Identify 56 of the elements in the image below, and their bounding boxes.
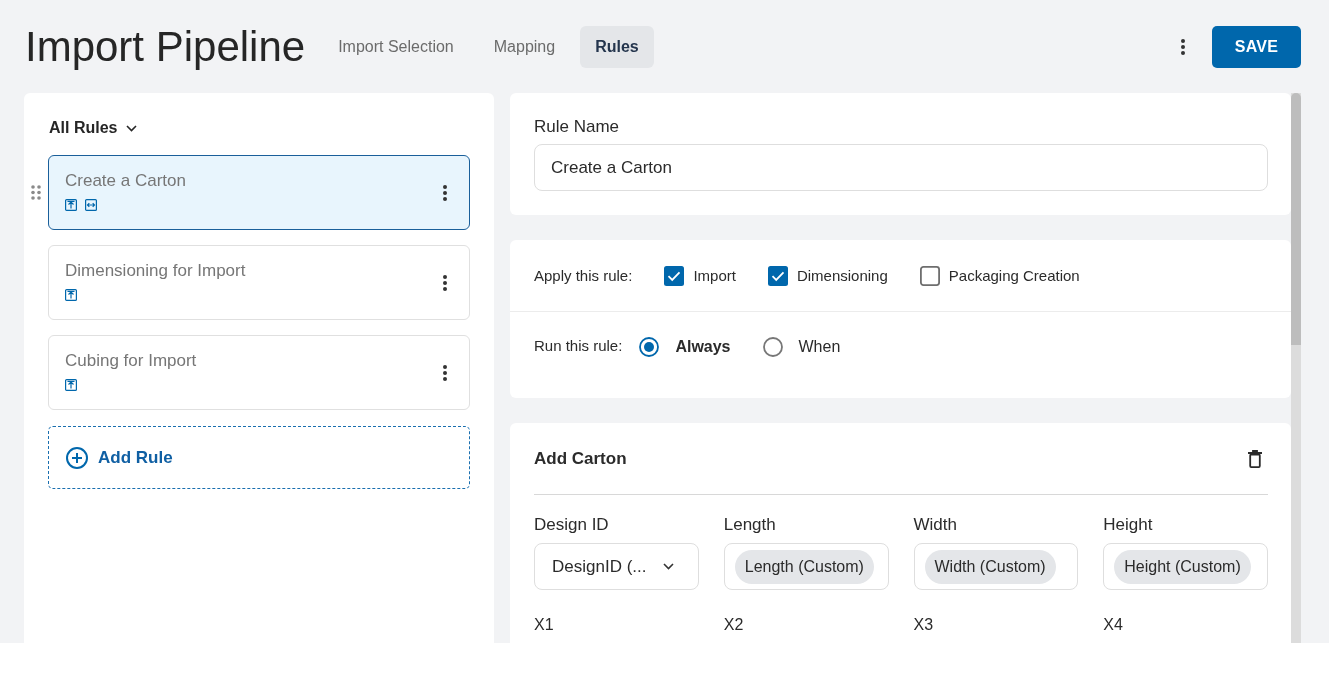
input-field[interactable]: Height (Custom) — [1103, 543, 1268, 590]
text-field[interactable]: Create a Carton — [534, 144, 1268, 191]
row-label: Apply this rule: — [534, 267, 633, 284]
delete-icon[interactable] — [1248, 449, 1262, 468]
field-caption: X3 — [913, 615, 935, 635]
up-arrow-square-icon — [65, 379, 77, 391]
add-rule-button[interactable]: Add Rule — [48, 426, 470, 489]
row-label: Run this rule: — [534, 337, 623, 354]
up-arrow-square-icon — [65, 199, 77, 211]
rule-title: Dimensioning for Import — [65, 261, 247, 281]
page-title: Import Pipeline — [25, 22, 306, 71]
field-caption: X4 — [1103, 615, 1124, 635]
checkbox[interactable] — [919, 265, 940, 286]
more-options-icon[interactable] — [443, 365, 447, 381]
value-chip: Width (Custom) — [924, 549, 1056, 584]
section-title: Add Carton — [534, 448, 627, 469]
rule-card[interactable]: Dimensioning for Import — [48, 245, 470, 320]
more-options-icon[interactable] — [443, 275, 447, 291]
scrollbar[interactable] — [1291, 93, 1301, 643]
checkbox-label: Dimensioning — [796, 267, 888, 284]
checkbox-label: Import — [693, 267, 736, 284]
field-label: Width — [913, 515, 958, 535]
rules-filter-dropdown[interactable]: All Rules — [48, 116, 138, 140]
tab[interactable]: Mapping — [478, 25, 571, 68]
field-caption: X2 — [723, 615, 745, 635]
rule-title: Cubing for Import — [65, 351, 198, 371]
checkbox[interactable] — [767, 265, 788, 286]
chevron-down-icon — [126, 124, 138, 132]
chevron-down-icon — [663, 563, 675, 570]
field-caption: X1 — [534, 615, 555, 635]
checkbox[interactable] — [664, 265, 685, 286]
drag-handle-icon[interactable] — [31, 185, 41, 200]
tab[interactable]: Rules — [580, 25, 654, 68]
radio-label: When — [798, 338, 841, 356]
value-chip: Length (Custom) — [734, 549, 874, 584]
input-field[interactable]: Width (Custom) — [913, 543, 1079, 590]
save-button[interactable]: SAVE — [1212, 25, 1301, 68]
more-options-icon[interactable] — [443, 185, 447, 201]
plus-circle-icon — [66, 446, 88, 469]
radio-button[interactable] — [762, 337, 783, 357]
radio-label: Always — [675, 338, 731, 356]
field-label: Design ID — [534, 515, 610, 535]
input-field[interactable]: Length (Custom) — [723, 543, 889, 590]
field-label: Length — [723, 515, 777, 535]
value-chip: Height (Custom) — [1114, 549, 1251, 584]
radio-button[interactable] — [639, 337, 660, 357]
rule-card[interactable]: Cubing for Import — [48, 335, 470, 410]
horizontal-arrows-square-icon — [85, 199, 97, 211]
tab[interactable]: Import Selection — [323, 25, 469, 68]
rule-title: Create a Carton — [65, 171, 187, 191]
select-field[interactable]: DesignID (... — [534, 543, 699, 590]
checkbox-label: Packaging Creation — [948, 267, 1080, 284]
field-label: Height — [1103, 515, 1154, 535]
more-options-icon[interactable] — [1181, 38, 1185, 55]
field-label: Rule Name — [534, 117, 621, 137]
up-arrow-square-icon — [65, 289, 77, 301]
